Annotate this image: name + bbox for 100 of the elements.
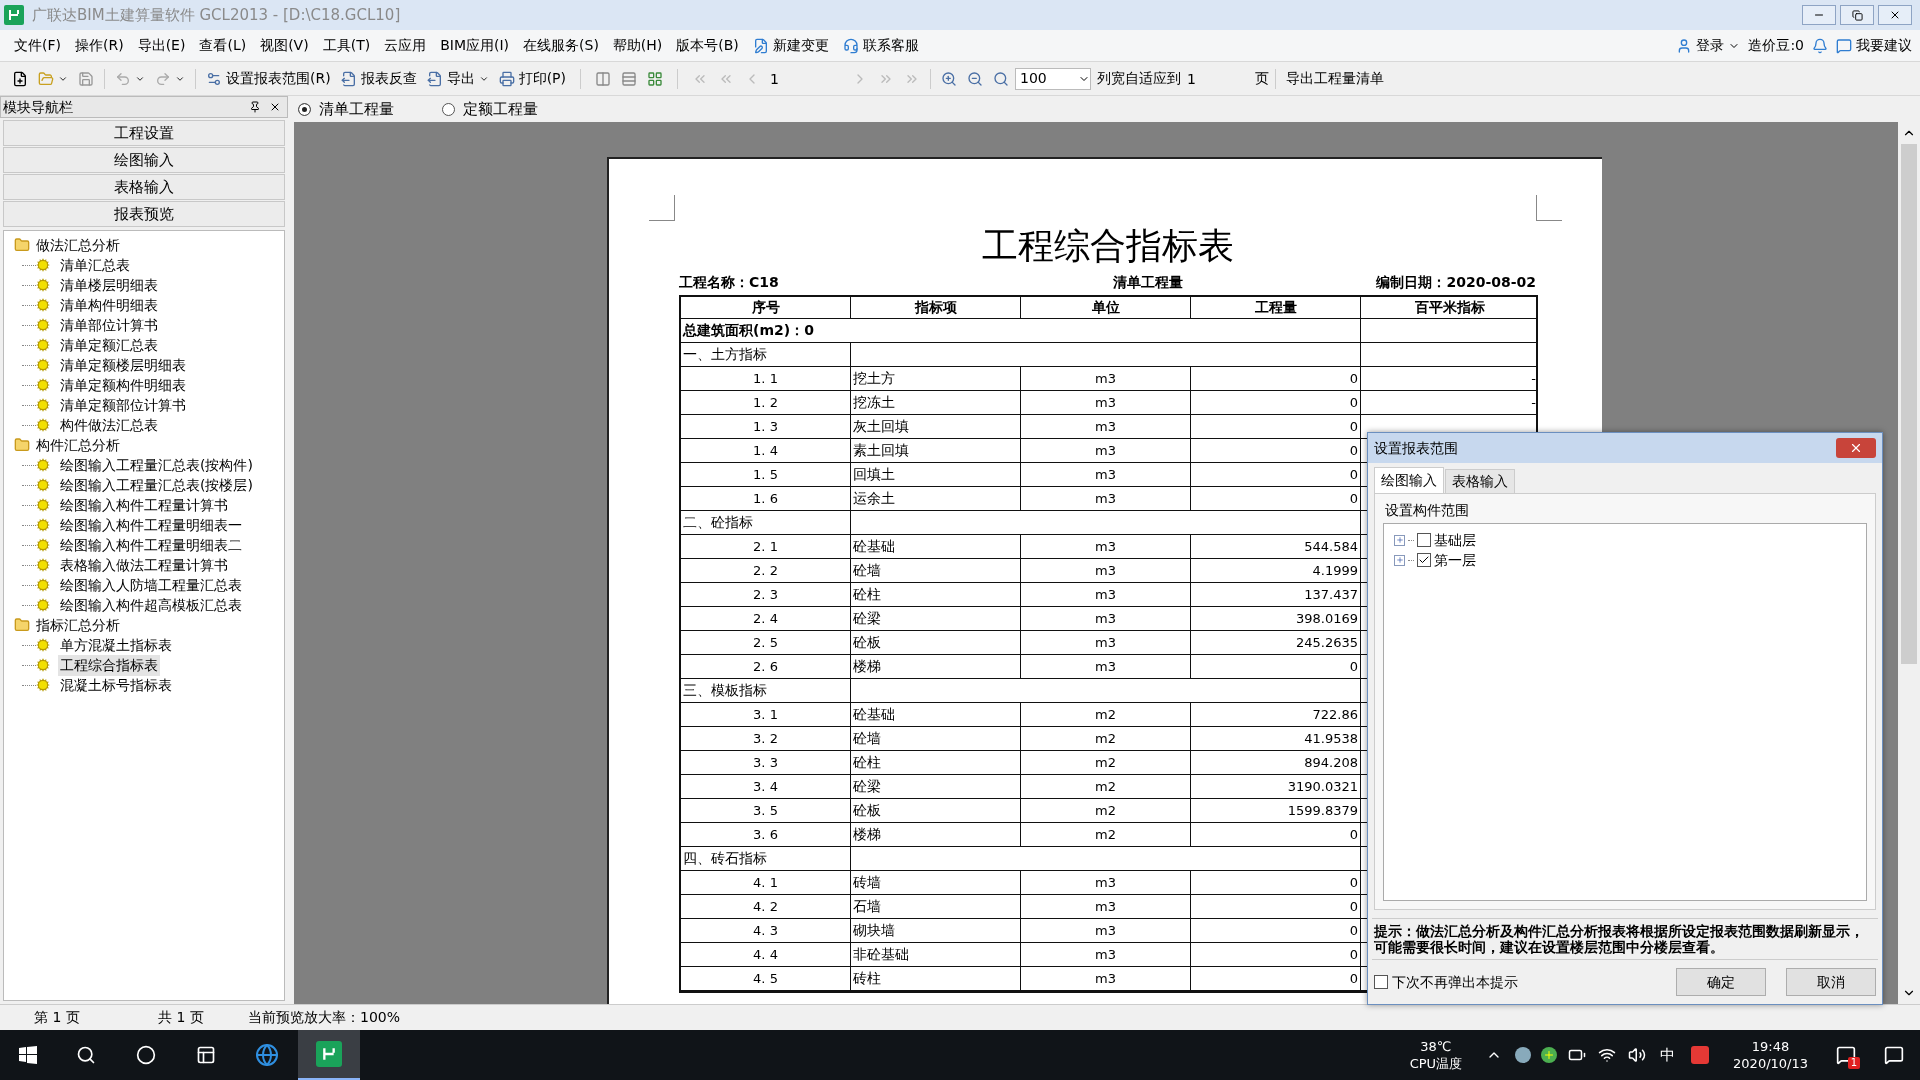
tray-s-icon[interactable] [1691, 1046, 1710, 1064]
dialog-tab[interactable]: 表格输入 [1445, 469, 1515, 493]
fit-field[interactable]: 1 [1183, 67, 1254, 90]
column-header: 序号 [681, 297, 851, 318]
menu-item[interactable]: 帮助(H) [606, 33, 669, 58]
tray-plus-icon[interactable] [1541, 1047, 1558, 1063]
floor-checkbox[interactable] [1417, 553, 1431, 567]
tree-folder[interactable]: 指标汇总分析 [36, 614, 120, 636]
tree-item[interactable]: 混凝土标号指标表 [58, 674, 174, 696]
table-cell: 0 [1191, 895, 1361, 918]
action-center-icon[interactable] [1884, 1045, 1904, 1065]
pin-icon[interactable] [249, 101, 261, 113]
zoom-combo[interactable]: 100 [1015, 67, 1092, 90]
menu-item[interactable]: 查看(L) [193, 33, 253, 58]
suggest-button[interactable]: 我要建议 [1836, 33, 1912, 58]
table-cell: m3 [1021, 871, 1191, 894]
tree-item[interactable]: 单方混凝土指标表 [58, 634, 174, 656]
wifi-icon[interactable] [1598, 1046, 1617, 1064]
menu-item[interactable]: 操作(R) [69, 33, 130, 58]
clock-time[interactable]: 19:48 [1751, 1038, 1790, 1055]
customer-service-button[interactable]: 联系客服 [836, 33, 925, 58]
table-cell: 3190.0321 [1191, 775, 1361, 798]
floor-checkbox[interactable] [1417, 533, 1431, 547]
minimize-button[interactable] [1802, 5, 1836, 25]
page-field[interactable]: 1 [766, 67, 847, 90]
tree-item[interactable]: 绘图输入人防墙工程量汇总表 [58, 574, 244, 596]
tree-item[interactable]: 绘图输入工程量汇总表(按楼层) [58, 474, 255, 496]
tree-item[interactable]: 清单定额楼层明细表 [58, 354, 188, 376]
notification-badge: 1 [1847, 1057, 1860, 1069]
tree-item[interactable]: 绘图输入工程量汇总表(按构件) [58, 454, 255, 476]
radio-button[interactable] [298, 102, 311, 116]
app-button[interactable] [298, 1030, 360, 1080]
menu-item[interactable]: 导出(E) [131, 33, 192, 58]
bell-icon[interactable] [1812, 37, 1828, 54]
radio-label[interactable]: 定额工程量 [463, 97, 538, 121]
new-change-button[interactable]: 新建变更 [746, 33, 835, 58]
folder-icon [38, 70, 54, 87]
table-cell: 砼梁 [851, 775, 1021, 798]
tree-item[interactable]: 清单构件明细表 [58, 294, 160, 316]
export-list-button[interactable]: 导出工程量清单 [1282, 66, 1389, 91]
export-button[interactable]: 导出 [422, 66, 493, 91]
radio-button[interactable] [442, 102, 455, 116]
table-cell: 2. 4 [681, 607, 851, 630]
menu-item[interactable]: 在线服务(S) [517, 33, 605, 58]
module-button[interactable]: 绘图输入 [3, 147, 285, 173]
menu-item[interactable]: 视图(V) [254, 33, 315, 58]
tree-item[interactable]: 工程综合指标表 [58, 654, 160, 676]
ime-indicator[interactable]: 中 [1660, 1043, 1676, 1067]
print-button[interactable]: 打印(P) [494, 66, 571, 91]
tree-item[interactable]: 清单定额部位计算书 [58, 394, 188, 416]
expand-icon[interactable] [1394, 554, 1405, 566]
menu-item[interactable]: 工具(T) [316, 33, 377, 58]
tree-item[interactable]: 绘图输入构件超高模板汇总表 [58, 594, 244, 616]
crop-mark [1536, 195, 1562, 221]
tree-item[interactable]: 绘图输入构件工程量计算书 [58, 494, 230, 516]
restore-button[interactable] [1840, 5, 1874, 25]
scroll-thumb[interactable] [1901, 144, 1917, 664]
reverse-check-button[interactable]: 报表反查 [336, 66, 421, 91]
tree-folder[interactable]: 构件汇总分析 [36, 434, 120, 456]
table-cell: 1. 3 [681, 415, 851, 438]
cost-beans-label: 造价豆:0 [1748, 36, 1804, 55]
dont-show-checkbox[interactable]: 下次不再弹出本提示 [1374, 971, 1518, 993]
windows-icon [19, 1046, 37, 1064]
table-cell: m2 [1021, 823, 1191, 846]
close-icon[interactable] [269, 101, 281, 113]
range-button[interactable]: 设置报表范围(R) [202, 66, 335, 91]
module-button[interactable]: 报表预览 [3, 201, 285, 227]
module-button[interactable]: 工程设置 [3, 120, 285, 146]
menu-item[interactable]: 文件(F) [8, 33, 67, 58]
table-cell: 砼梁 [851, 607, 1021, 630]
table-cell: 4. 3 [681, 919, 851, 942]
tray-app-icon[interactable] [1515, 1047, 1532, 1063]
cancel-button[interactable]: 取消 [1786, 968, 1876, 996]
tree-item[interactable]: 清单部位计算书 [58, 314, 160, 336]
menu-item[interactable]: BIM应用(I) [434, 33, 516, 58]
table-cell: 一、土方指标 [681, 343, 851, 366]
table-cell: 二、砼指标 [681, 511, 851, 534]
menu-item[interactable]: 云应用 [378, 33, 433, 58]
tree-item[interactable]: 清单汇总表 [58, 254, 132, 276]
tree-item[interactable]: 清单楼层明细表 [58, 274, 160, 296]
module-button[interactable]: 表格输入 [3, 174, 285, 200]
close-button[interactable] [1836, 438, 1876, 458]
ok-button[interactable]: 确定 [1676, 968, 1766, 996]
tree-item[interactable]: 绘图输入构件工程量明细表一 [58, 514, 244, 536]
dialog-tab[interactable]: 绘图输入 [1374, 467, 1444, 493]
tree-item[interactable]: 绘图输入构件工程量明细表二 [58, 534, 244, 556]
table-cell: 544.584 [1191, 535, 1361, 558]
restore-icon [1851, 9, 1863, 21]
login-button[interactable]: 登录 [1676, 33, 1741, 58]
tree-item[interactable]: 构件做法汇总表 [58, 414, 160, 436]
tree-item[interactable]: 清单定额汇总表 [58, 334, 160, 356]
tree-item[interactable]: 表格输入做法工程量计算书 [58, 554, 230, 576]
radio-label[interactable]: 清单工程量 [319, 97, 394, 121]
clock-date[interactable]: 2020/10/13 [1733, 1055, 1808, 1072]
tree-item[interactable]: 清单定额构件明细表 [58, 374, 188, 396]
menu-item[interactable]: 版本号(B) [670, 33, 745, 58]
expand-icon[interactable] [1394, 534, 1405, 546]
globe-icon [255, 1043, 279, 1067]
volume-icon[interactable] [1628, 1046, 1647, 1064]
tree-folder[interactable]: 做法汇总分析 [36, 234, 120, 256]
